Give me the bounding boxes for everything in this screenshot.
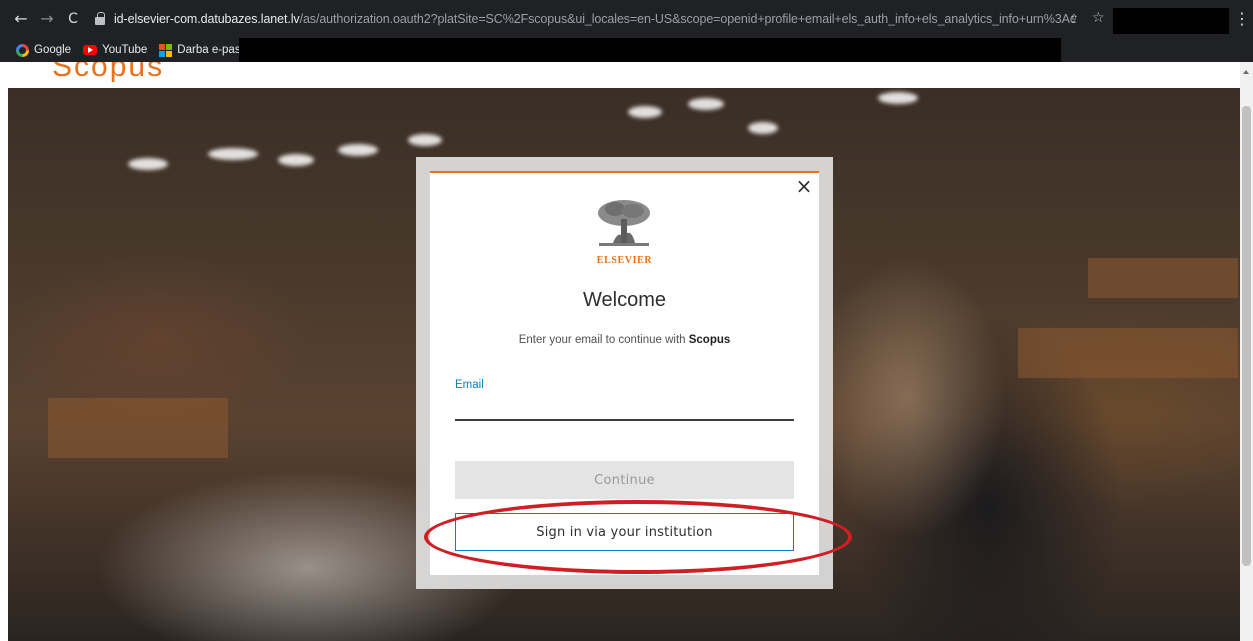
youtube-icon bbox=[83, 45, 98, 55]
forward-icon[interactable]: → bbox=[36, 8, 58, 30]
ceiling-light bbox=[278, 154, 314, 166]
ceiling-light bbox=[208, 148, 258, 160]
scopus-logo-partial[interactable]: Scopus bbox=[52, 62, 164, 84]
bookmarks-bar: Google YouTube Darba e-pasts bbox=[0, 38, 1253, 62]
address-bar[interactable]: id-elsevier-com.datubazes.lanet.lv/as/au… bbox=[88, 6, 1108, 32]
bookmark-label: YouTube bbox=[102, 44, 148, 56]
desk-panel bbox=[1018, 328, 1238, 378]
microsoft-icon bbox=[159, 43, 173, 57]
elsevier-wordmark: ELSEVIER bbox=[596, 255, 653, 266]
share-icon[interactable]: ⇪ bbox=[1069, 12, 1083, 26]
ceiling-light bbox=[628, 106, 662, 118]
redacted-bookmarks bbox=[239, 38, 1061, 62]
sign-in-via-institution-button[interactable]: Sign in via your institution bbox=[455, 513, 794, 551]
star-icon[interactable]: ☆ bbox=[1092, 10, 1105, 26]
elsevier-tree-icon bbox=[595, 199, 653, 249]
back-icon[interactable]: ← bbox=[10, 8, 32, 30]
bookmark-google[interactable]: Google bbox=[16, 43, 72, 57]
dialog-title: Welcome bbox=[583, 289, 666, 311]
desk-panel bbox=[48, 398, 228, 458]
subtitle-product: Scopus bbox=[688, 334, 731, 346]
ceiling-light bbox=[878, 92, 918, 104]
bookmark-label: Google bbox=[34, 44, 72, 56]
google-icon bbox=[16, 43, 29, 57]
ceiling-light bbox=[338, 144, 378, 156]
page-scrollbar[interactable] bbox=[1240, 62, 1253, 641]
navigation-row: ← → C id-elsevier-com.datubazes.lanet.lv… bbox=[0, 6, 1253, 34]
desk-panel bbox=[1088, 258, 1238, 298]
bookmark-darba-e-pasts[interactable]: Darba e-pasts bbox=[159, 43, 250, 57]
email-label: Email bbox=[455, 379, 484, 391]
welcome-dialog: × ELSEVIER Welcome Enter your email to c… bbox=[430, 171, 819, 575]
ceiling-light bbox=[688, 98, 724, 110]
url-host: id-elsevier-com.datubazes.lanet.lv bbox=[114, 12, 300, 26]
close-icon[interactable]: × bbox=[795, 176, 813, 196]
menu-icon[interactable]: ⋮ bbox=[1234, 9, 1250, 28]
url-path: /as/authorization.oauth2?platSite=SC%2Fs… bbox=[299, 12, 1074, 26]
continue-button[interactable]: Continue bbox=[455, 461, 794, 499]
bookmark-youtube[interactable]: YouTube bbox=[83, 44, 147, 56]
redacted-profile-area bbox=[1113, 8, 1229, 34]
email-field[interactable] bbox=[455, 399, 794, 421]
scroll-up-icon[interactable] bbox=[1243, 70, 1249, 74]
scrollbar-thumb[interactable] bbox=[1242, 106, 1251, 566]
lock-icon[interactable] bbox=[94, 12, 108, 26]
dialog-subtitle: Enter your email to continue with Scopus bbox=[430, 334, 819, 346]
reload-icon[interactable]: C bbox=[62, 8, 84, 30]
url-text[interactable]: id-elsevier-com.datubazes.lanet.lv/as/au… bbox=[114, 12, 1074, 26]
ceiling-light bbox=[748, 122, 778, 134]
ceiling-light bbox=[128, 158, 168, 170]
ceiling-light bbox=[408, 134, 442, 146]
subtitle-text: Enter your email to continue with bbox=[518, 334, 689, 346]
